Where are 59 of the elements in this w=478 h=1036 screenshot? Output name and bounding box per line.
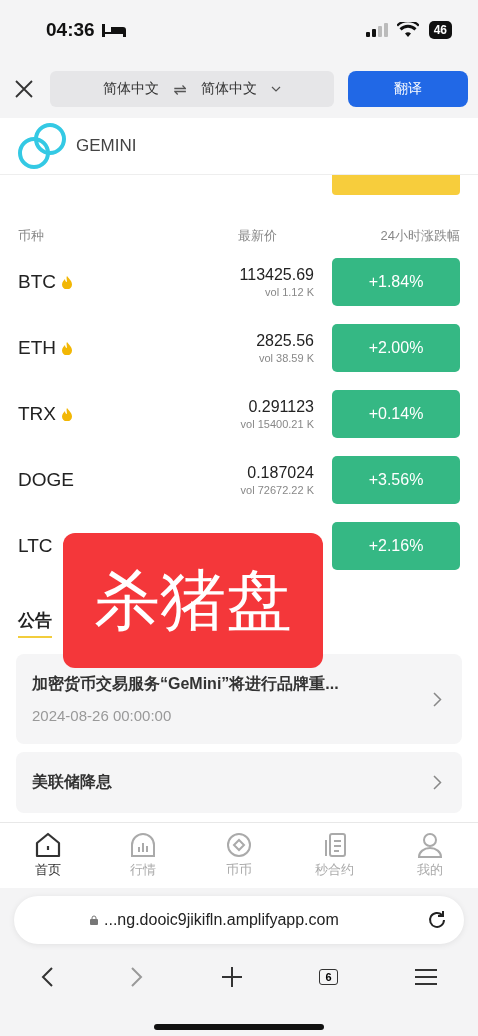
coin-icon	[226, 832, 252, 858]
document-icon	[322, 832, 347, 858]
source-language: 简体中文	[103, 80, 160, 98]
chart-icon	[130, 832, 157, 858]
signal-icon	[364, 22, 391, 38]
change-badge: +1.84%	[332, 258, 460, 306]
nav-tab[interactable]: 首页	[0, 823, 96, 888]
announcement-card[interactable]: 加密货币交易服务“GeMini”将进行品牌重... 2024-08-26 00:00:00	[16, 654, 462, 744]
coin-symbol: DOGE	[18, 469, 74, 491]
address-bar[interactable]: ...ng.dooic9jikifln.amplifyapp.com	[14, 896, 464, 944]
back-icon[interactable]	[40, 966, 54, 988]
coin-volume: vol 38.59 K	[258, 352, 314, 364]
change-badge: +3.56%	[332, 456, 460, 504]
announcement-card[interactable]: 美联储降息	[16, 752, 462, 813]
wifi-icon	[396, 22, 419, 38]
chevron-down-icon	[270, 86, 281, 92]
coin-volume: vol 1.12 K	[265, 286, 314, 298]
column-header: 最新价	[236, 227, 278, 245]
plus-icon[interactable]	[220, 966, 243, 988]
warning-label: 杀猪盘	[63, 533, 323, 668]
home-icon	[33, 832, 62, 858]
status-time: 04:36	[46, 19, 95, 41]
column-header: 币种	[18, 227, 45, 245]
change-badge: +2.16%	[332, 522, 460, 570]
column-header: 24小时涨跌幅	[379, 227, 460, 245]
coin-symbol: LTC	[18, 535, 53, 557]
coin-price: 0.291123	[248, 398, 314, 416]
coin-symbol: ETH	[18, 337, 56, 359]
close-icon	[14, 79, 34, 99]
url-text: ...ng.dooic9jikifln.amplifyapp.com	[104, 911, 340, 929]
coin-price: 2825.56	[256, 332, 314, 350]
coin-price: 0.187024	[247, 464, 314, 482]
chevron-right-icon	[433, 691, 442, 707]
announcement-date: 2024-08-26 00:00:00	[32, 707, 173, 724]
forward-icon[interactable]	[130, 966, 145, 988]
coin-volume: vol 15400.21 K	[240, 418, 314, 430]
swap-icon: ⇌	[173, 79, 187, 99]
menu-icon[interactable]	[414, 968, 438, 986]
coin-symbol: TRX	[18, 403, 56, 425]
announcement-title: 加密货币交易服务“GeMini”将进行品牌重...	[32, 674, 340, 695]
change-badge: +0.14%	[332, 390, 460, 438]
brand-name: GEMINI	[76, 136, 137, 156]
change-badge: +2.00%	[332, 324, 460, 372]
language-selector[interactable]: 简体中文 ⇌ 简体中文	[50, 71, 334, 107]
translate-button[interactable]: 翻译	[348, 71, 468, 107]
user-icon	[417, 832, 444, 858]
coin-price: 113425.69	[239, 266, 314, 284]
announcement-title: 美联储降息	[32, 772, 113, 792]
bed-icon	[100, 22, 127, 38]
battery-indicator: 46	[428, 21, 452, 39]
target-language: 简体中文	[200, 80, 257, 98]
section-title: 公告	[18, 611, 52, 638]
logo-icon	[18, 121, 68, 171]
lock-icon	[90, 915, 98, 925]
chevron-right-icon	[433, 775, 442, 790]
coin-symbol: BTC	[18, 271, 56, 293]
reload-icon[interactable]	[426, 909, 448, 931]
coin-volume: vol 72672.22 K	[240, 484, 314, 496]
tab-count-button[interactable]: 6	[319, 969, 338, 985]
